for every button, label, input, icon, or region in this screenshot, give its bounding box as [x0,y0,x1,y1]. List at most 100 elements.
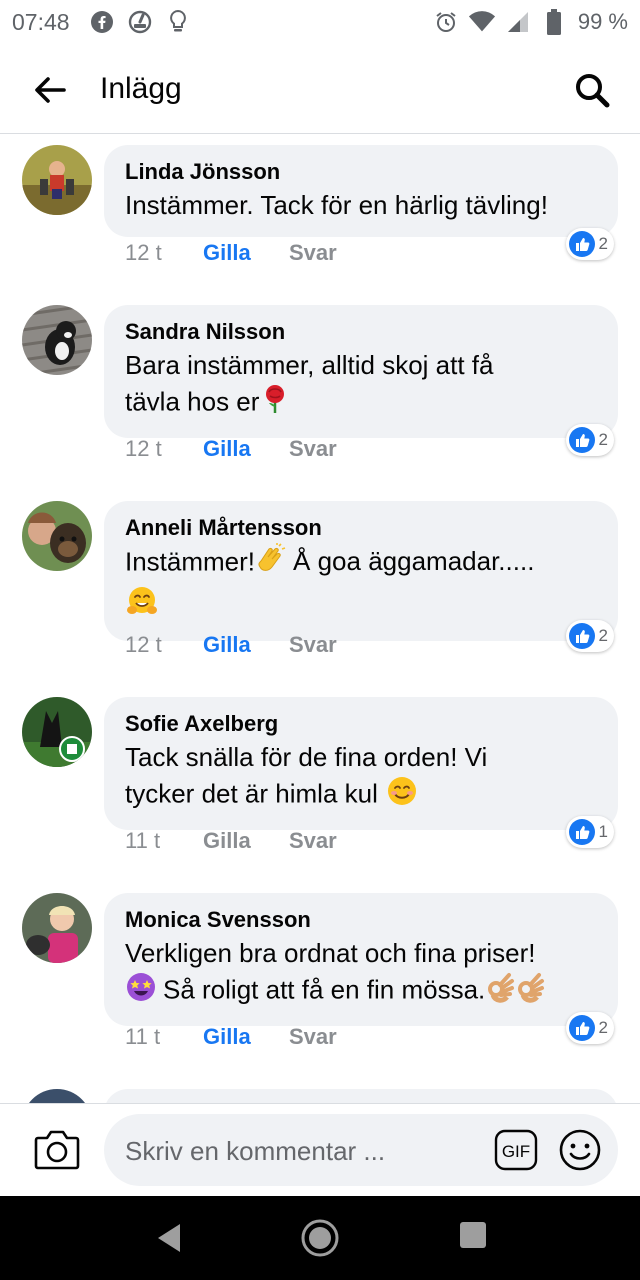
comment-author[interactable]: Sofie Axelberg [125,709,598,739]
status-time: 07:48 [12,8,70,35]
star-struck-emoji-icon [125,971,157,1012]
thumbs-up-icon [568,231,595,257]
comment-bubble[interactable]: Linda Jönsson Instämmer. Tack för en här… [104,145,618,237]
alarm-icon [432,8,460,36]
ok-hand-emoji-icon [485,971,515,1012]
comment-text: Tack snälla för de fina orden! Vi [125,742,488,772]
avatar[interactable] [22,893,92,963]
reply-button[interactable]: Svar [289,240,337,266]
like-button[interactable]: Gilla [203,828,289,854]
gif-button[interactable]: GIF [494,1129,538,1171]
comment-input[interactable]: Skriv en kommentar ... GIF [104,1114,618,1186]
reaction-summary[interactable]: 2 [565,424,614,456]
triangle-back-icon [158,1224,180,1252]
comment-text: Verkligen bra ordnat och fina priser! [125,938,536,968]
like-button[interactable]: Gilla [203,240,289,266]
reaction-count: 1 [598,822,608,841]
nav-home-button[interactable] [300,1218,340,1258]
back-button[interactable] [28,68,72,112]
facebook-icon [88,8,116,36]
comment-list[interactable]: Linda Jönsson Instämmer. Tack för en här… [0,135,640,1103]
avatar[interactable] [22,501,92,571]
comment-author[interactable]: Monica Svensson [125,905,598,935]
reaction-summary[interactable]: 2 [565,1012,614,1044]
comment-age: 11 t [125,1024,161,1049]
like-button[interactable]: Gilla [203,632,289,658]
comment-bubble[interactable]: Sandra Nilsson Bara instämmer, alltid sk… [104,305,618,438]
comment-author[interactable]: Sandra Nilsson [125,317,598,347]
reply-button[interactable]: Svar [289,1024,337,1050]
reaction-summary[interactable]: 2 [565,228,614,260]
avatar[interactable] [22,145,92,215]
home-circle-icon [301,1219,339,1257]
comment-text-line: tycker det är himla kul [125,775,598,816]
battery-percentage: 99 % [577,9,628,34]
comment-actions: 12 t Gilla Svar [125,240,337,266]
comment-age: 12 t [125,240,162,265]
smiley-icon [559,1129,601,1171]
comment-text-line [125,584,598,627]
comment-actions: 12 t Gilla Svar [125,436,337,462]
thumbs-up-icon [568,427,595,453]
comment-text-part: Å goa äggamadar..... [293,546,535,577]
comment-bubble[interactable]: Sofie Axelberg Tack snälla för de fina o… [104,697,618,830]
signal-icon [504,8,532,36]
thumbs-up-icon [568,819,595,845]
camera-button[interactable] [34,1128,80,1170]
comment-text-line: tävla hos er [125,383,598,424]
comment-author[interactable]: Anneli Mårtensson [125,513,598,543]
ok-hand-emoji-icon [515,971,545,1012]
clapping-hands-emoji-icon [255,543,287,584]
thumbs-up-icon [568,623,595,649]
battery-icon [540,8,568,36]
comment-text: Instämmer. Tack för en härlig tävling! [125,190,548,220]
arrow-left-icon [35,77,66,103]
comment-bubble[interactable]: Monica Svensson Verkligen bra ordnat och… [104,893,618,1026]
comment-text-part: tycker det är himla kul [125,778,378,809]
avatar[interactable] [22,697,92,767]
reply-button[interactable]: Svar [289,828,337,854]
reaction-summary[interactable]: 2 [565,620,614,652]
like-button[interactable]: Gilla [203,1024,289,1050]
app-header: Inlägg [0,46,640,134]
comment-text-part: Instämmer! [125,546,256,577]
comment-actions: 12 t Gilla Svar [125,632,337,658]
comment-age: 12 t [125,632,162,657]
comment-input-placeholder: Skriv en kommentar ... [125,1136,386,1166]
gif-label: GIF [502,1142,530,1161]
system-nav-bar [0,1196,640,1280]
nav-back-button[interactable] [150,1218,190,1258]
reaction-count: 2 [598,1018,608,1037]
hugging-face-emoji-icon [125,584,159,627]
avatar[interactable] [22,1089,92,1103]
gif-icon: GIF [494,1129,538,1171]
comment-bubble[interactable] [104,1089,618,1103]
comment-composer: Skriv en kommentar ... GIF [0,1103,640,1196]
page-title: Inlägg [100,72,182,105]
comment-text: Bara instämmer, alltid skoj att få [125,350,494,380]
status-bar: 07:48 99 % [0,0,640,44]
avatar[interactable] [22,305,92,375]
reaction-summary[interactable]: 1 [565,816,614,848]
smiling-face-emoji-icon [386,775,418,816]
reply-button[interactable]: Svar [289,632,337,658]
comment-text-line: Instämmer! Å goa äggamadar..... [125,543,598,584]
search-icon [576,74,610,108]
comment-actions: 11 t Gilla Svar [125,1024,337,1050]
reply-button[interactable]: Svar [289,436,337,462]
lightbulb-icon [164,8,192,36]
comment-bubble[interactable]: Anneli Mårtensson Instämmer! Å goa äggama… [104,501,618,641]
camera-icon [34,1130,80,1170]
emoji-button[interactable] [558,1128,602,1172]
like-button[interactable]: Gilla [203,436,289,462]
speedometer-icon [126,8,154,36]
comment-age: 11 t [125,828,161,853]
square-recents-icon [460,1222,486,1248]
comment-author[interactable]: Linda Jönsson [125,157,598,187]
search-button[interactable] [570,68,614,112]
comment-age: 12 t [125,436,162,461]
rose-emoji-icon [259,383,291,424]
comment-text-part: Så roligt att få en fin mössa. [163,974,486,1005]
reaction-count: 2 [598,234,608,253]
nav-recents-button[interactable] [458,1220,488,1250]
